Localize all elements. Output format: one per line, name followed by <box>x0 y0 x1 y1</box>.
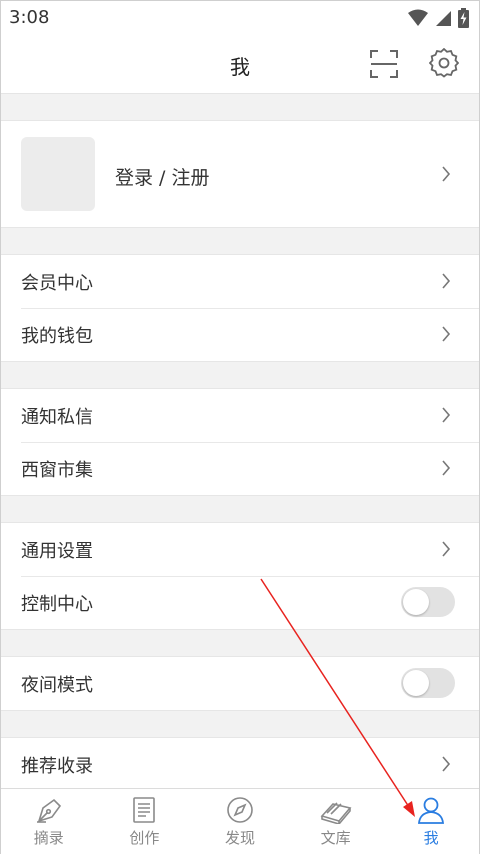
night-mode-toggle[interactable] <box>401 668 455 698</box>
status-time: 3:08 <box>9 7 50 28</box>
chevron-right-icon <box>442 166 451 182</box>
section-spacer <box>1 711 479 737</box>
page-title: 我 <box>230 55 250 79</box>
books-icon <box>320 802 352 824</box>
signal-icon <box>436 11 451 26</box>
messages-group: 通知私信 西窗市集 <box>1 388 479 496</box>
section-spacer <box>1 630 479 656</box>
bottom-nav: 摘录 创作 发现 文库 我 <box>1 788 479 854</box>
compass-icon <box>227 797 253 823</box>
recommend-group: 推荐收录 <box>1 737 479 792</box>
section-spacer <box>1 496 479 522</box>
section-spacer <box>1 362 479 388</box>
chevron-right-icon <box>442 541 451 557</box>
settings-group: 通用设置 控制中心 <box>1 522 479 630</box>
settings-list: 登录 / 注册 会员中心 我的钱包 通知私信 西窗市集 通用设置 控制中心 夜间… <box>1 94 479 792</box>
my-wallet-row[interactable]: 我的钱包 <box>1 308 479 361</box>
chevron-right-icon <box>442 326 451 342</box>
member-center-label: 会员中心 <box>21 273 93 294</box>
chevron-right-icon <box>442 756 451 772</box>
my-wallet-label: 我的钱包 <box>21 326 93 347</box>
night-mode-label: 夜间模式 <box>21 675 93 696</box>
section-spacer <box>1 228 479 254</box>
recommend-row[interactable]: 推荐收录 <box>1 738 479 791</box>
scan-icon[interactable] <box>369 49 399 79</box>
general-settings-row[interactable]: 通用设置 <box>1 523 479 576</box>
control-center-row: 控制中心 <box>1 576 479 629</box>
market-label: 西窗市集 <box>21 460 93 481</box>
chevron-right-icon <box>442 273 451 289</box>
display-group: 夜间模式 <box>1 656 479 711</box>
login-register-label: 登录 / 注册 <box>115 167 210 189</box>
document-icon <box>133 797 156 823</box>
nav-tab-create[interactable]: 创作 <box>97 789 193 854</box>
recommend-label: 推荐收录 <box>21 756 93 777</box>
toggle-knob <box>403 589 429 615</box>
profile-group: 登录 / 注册 <box>1 120 479 228</box>
notifications-label: 通知私信 <box>21 407 93 428</box>
nav-tab-library[interactable]: 文库 <box>288 789 384 854</box>
title-bar: 我 <box>1 35 479 94</box>
account-group: 会员中心 我的钱包 <box>1 254 479 362</box>
market-row[interactable]: 西窗市集 <box>1 442 479 495</box>
section-spacer <box>1 94 479 120</box>
gear-icon[interactable] <box>429 48 459 78</box>
nav-label: 创作 <box>129 829 160 847</box>
general-settings-label: 通用设置 <box>21 541 93 562</box>
member-center-row[interactable]: 会员中心 <box>1 255 479 308</box>
battery-charging-icon <box>458 8 469 28</box>
night-mode-row: 夜间模式 <box>1 657 479 710</box>
nav-tab-excerpts[interactable]: 摘录 <box>1 789 97 854</box>
control-center-toggle[interactable] <box>401 587 455 617</box>
person-icon <box>418 797 445 824</box>
wifi-icon <box>408 9 428 26</box>
chevron-right-icon <box>442 460 451 476</box>
pen-nib-icon <box>36 798 61 823</box>
avatar[interactable] <box>21 137 95 211</box>
toggle-knob <box>403 670 429 696</box>
nav-tab-discover[interactable]: 发现 <box>192 789 288 854</box>
nav-label: 文库 <box>320 829 351 847</box>
nav-label: 摘录 <box>33 829 64 847</box>
status-icons <box>408 8 469 28</box>
nav-tab-me[interactable]: 我 <box>383 789 479 854</box>
control-center-label: 控制中心 <box>21 594 93 615</box>
login-register-row[interactable]: 登录 / 注册 <box>1 121 479 227</box>
nav-label: 我 <box>423 829 439 847</box>
chevron-right-icon <box>442 407 451 423</box>
notifications-row[interactable]: 通知私信 <box>1 389 479 442</box>
status-bar: 3:08 <box>1 1 479 35</box>
nav-label: 发现 <box>224 829 255 847</box>
